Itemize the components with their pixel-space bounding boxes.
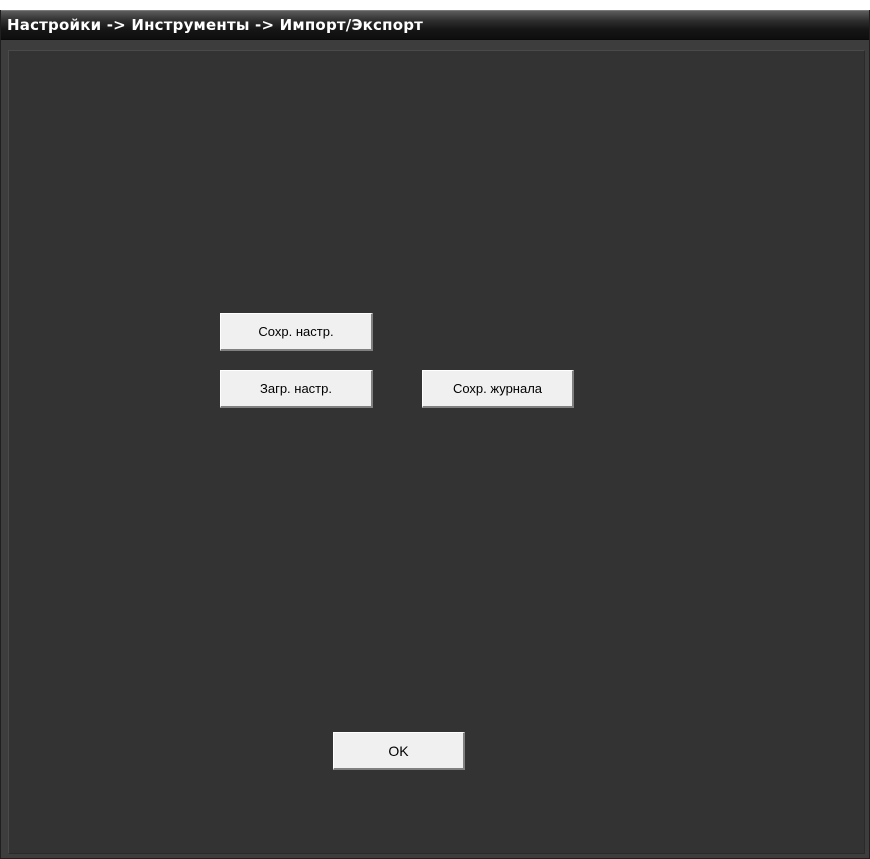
ok-button[interactable]: OK — [333, 732, 465, 770]
window-title: Настройки -> Инструменты -> Импорт/Экспо… — [7, 16, 424, 34]
save-settings-button[interactable]: Сохр. настр. — [220, 313, 373, 351]
save-log-button[interactable]: Сохр. журнала — [422, 370, 574, 408]
load-settings-button[interactable]: Загр. настр. — [220, 370, 373, 408]
title-bar: Настройки -> Инструменты -> Импорт/Экспо… — [1, 10, 869, 40]
